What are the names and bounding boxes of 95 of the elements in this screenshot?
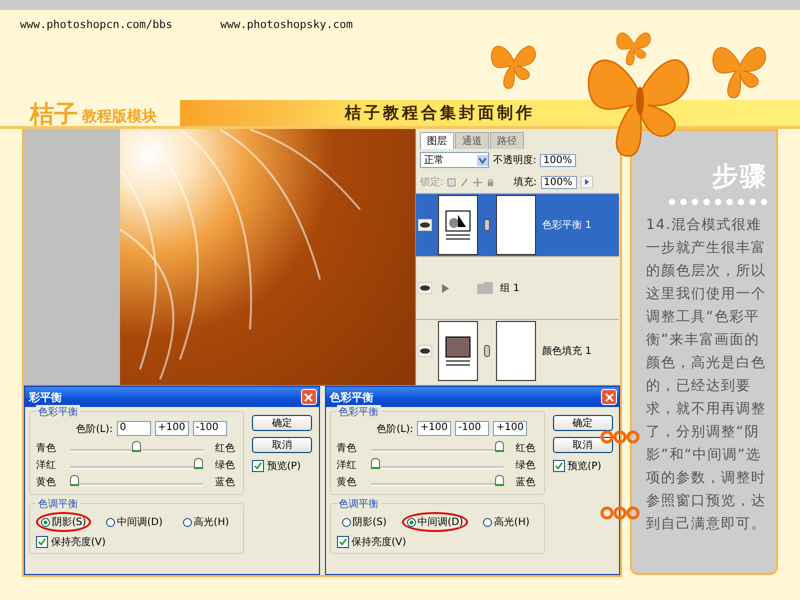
website-url: www.photoshopcn.com/bbs (20, 18, 172, 33)
color-label: 黄色 (36, 476, 57, 488)
radio-option[interactable]: 阴影(S) (36, 512, 92, 532)
color-label: 红色 (215, 442, 236, 454)
color-label: 青色 (336, 442, 358, 454)
level-field[interactable]: +100 (493, 421, 528, 436)
chain-icon (484, 219, 490, 231)
layer-thumbnail (438, 195, 478, 255)
lock-transparency-icon[interactable] (447, 178, 456, 186)
color-label: 洋红 (336, 458, 358, 472)
color-label: 青色 (36, 442, 57, 454)
blend-mode-dropdown[interactable]: 正常 (420, 152, 489, 168)
lock-icon[interactable] (486, 178, 496, 186)
eye-icon[interactable] (418, 282, 432, 294)
opacity-field[interactable]: 100% (540, 154, 576, 166)
checkbox-option[interactable]: 保持亮度(V) (36, 535, 237, 549)
fill-field[interactable]: 100% (540, 176, 577, 188)
color-label: 黄色 (336, 476, 358, 488)
panel-tab[interactable]: 图层 (420, 132, 454, 149)
close-button[interactable] (601, 389, 617, 405)
panel-tab[interactable]: 通道 (455, 132, 489, 149)
checkbox-option[interactable]: 预览(P) (552, 459, 612, 473)
slider-thumb[interactable] (370, 458, 380, 468)
checkbox-option[interactable]: 预览(P) (252, 459, 312, 473)
layer-thumbnail (438, 321, 478, 381)
rings-icon (600, 506, 640, 520)
caret-icon (477, 154, 488, 166)
dialog-title: 彩平衡 (29, 390, 62, 404)
group-label: 色调平衡 (336, 497, 380, 511)
lock-label: 锁定: (420, 176, 444, 189)
slider-thumb[interactable] (494, 474, 504, 486)
levels-label: 色阶(L): (376, 422, 414, 436)
close-icon[interactable] (304, 392, 313, 402)
group-label: 色彩平衡 (36, 405, 80, 419)
expand-triangle-icon[interactable] (442, 284, 449, 292)
logo-text: 桔子 (30, 102, 78, 126)
level-field[interactable]: -100 (455, 421, 490, 436)
level-field[interactable]: 0 (116, 421, 151, 436)
opacity-label: 不透明度: (493, 154, 536, 167)
step-description: 14.混合模式很难一步就产生很丰富的颜色层次，所以这里我们使用一个调整工具“色彩平衡”来丰富画面的颜色，高光是白色的，已经达到要求，就不用再调整了，分别调整“阴影”和“中间调”选项的参数，调整时参照窗口预览，达到自己满意即可。 (646, 216, 767, 534)
close-button[interactable] (300, 389, 316, 405)
slider-thumb[interactable] (70, 474, 79, 486)
checkmark-icon (38, 538, 46, 546)
ok-button[interactable]: 确定 (252, 415, 312, 431)
color-label: 绿色 (215, 458, 236, 472)
level-field[interactable]: +100 (154, 421, 189, 436)
chain-icon (484, 345, 490, 357)
dotted-divider-icon (668, 198, 768, 206)
slider-thumb[interactable] (494, 440, 504, 452)
brush-icon[interactable] (460, 178, 470, 186)
layer-name: 颜色填充 1 (542, 344, 592, 358)
color-label: 蓝色 (215, 476, 236, 488)
layer-row[interactable]: 颜色填充 1 (416, 319, 619, 382)
level-field[interactable]: +100 (417, 421, 452, 436)
radio-option[interactable]: 阴影(S) (336, 512, 392, 532)
layer-name: 色彩平衡 1 (542, 219, 592, 232)
mask-thumbnail (496, 321, 536, 381)
color-label: 洋红 (36, 458, 57, 472)
module-title: 教程版模块 (82, 107, 157, 126)
layer-row[interactable]: 组 1 (416, 256, 619, 319)
fill-label: 填充: (513, 176, 537, 189)
rings-icon (600, 430, 640, 444)
levels-label: 色阶(L): (76, 422, 113, 436)
group-label: 色彩平衡 (336, 405, 380, 419)
radio-option[interactable]: 中间调(D) (402, 512, 468, 532)
cancel-button[interactable]: 取消 (252, 437, 312, 453)
page-title: 桔子教程合集封面制作 (344, 102, 535, 124)
checkmark-icon (254, 462, 262, 470)
dialog-title: 色彩平衡 (330, 390, 374, 404)
ok-button[interactable]: 确定 (552, 415, 612, 431)
panel-tab[interactable]: 路径 (490, 132, 524, 149)
color-label: 蓝色 (516, 476, 536, 488)
checkbox-option[interactable]: 保持亮度(V) (336, 535, 538, 549)
level-field[interactable]: -100 (192, 421, 227, 436)
slider-thumb[interactable] (132, 440, 141, 452)
group-label: 色调平衡 (36, 497, 80, 511)
checkmark-icon (338, 538, 346, 546)
website-url: www.photoshopsky.com (220, 18, 353, 33)
checkmark-icon (554, 462, 562, 470)
mask-thumbnail (496, 195, 536, 255)
radio-option[interactable]: 高光(H) (178, 512, 234, 532)
cancel-button[interactable]: 取消 (552, 437, 612, 453)
close-icon[interactable] (604, 392, 614, 402)
color-label: 红色 (516, 442, 536, 454)
move-icon[interactable] (473, 178, 482, 186)
layer-name: 组 1 (500, 282, 520, 295)
folder-icon (477, 282, 494, 294)
eye-icon[interactable] (418, 219, 432, 231)
radio-option[interactable]: 中间调(D) (101, 512, 168, 532)
play-arrow-icon[interactable] (580, 176, 593, 188)
layer-row[interactable]: 色彩平衡 1 (416, 193, 619, 256)
radio-option[interactable]: 高光(H) (478, 512, 534, 532)
slider-thumb[interactable] (194, 458, 203, 468)
color-label: 绿色 (516, 458, 536, 472)
eye-icon[interactable] (418, 345, 432, 357)
